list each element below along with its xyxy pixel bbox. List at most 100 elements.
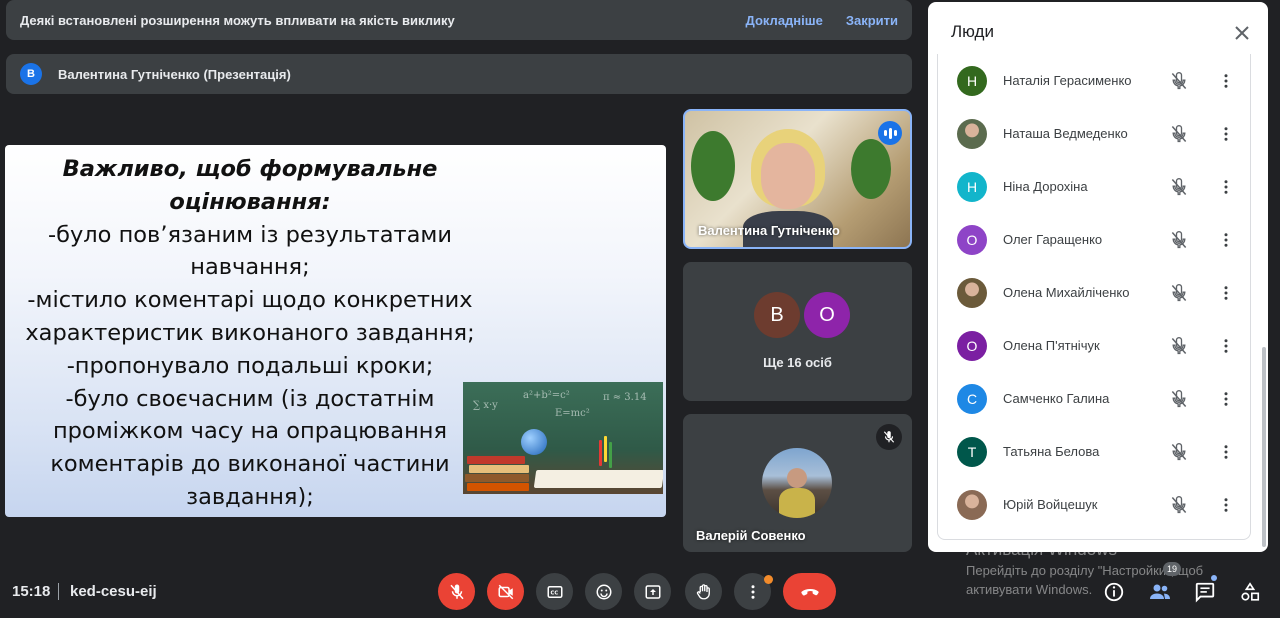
participant-row[interactable]: Т Татьяна Белова xyxy=(938,425,1250,478)
participant-row[interactable]: С Самченко Галина xyxy=(938,372,1250,425)
activities-button[interactable] xyxy=(1238,580,1262,604)
participants-count-badge: 19 xyxy=(1163,562,1181,576)
participant-row[interactable]: О Олена П'ятнічук xyxy=(938,319,1250,372)
mic-off-icon xyxy=(449,584,464,599)
people-panel: Люди Н Наталія Герасименко Наташа Ведмеден… xyxy=(928,2,1268,552)
participant-name: Олена П'ятнічук xyxy=(1003,338,1100,353)
participant-name: Валентина Гутніченко xyxy=(698,223,840,238)
people-icon xyxy=(1150,584,1170,599)
participant-avatar: С xyxy=(957,383,987,414)
participant-photo xyxy=(957,489,987,520)
chat-button[interactable] xyxy=(1193,580,1217,604)
close-banner-link[interactable]: Закрити xyxy=(846,13,898,28)
more-vert-icon[interactable] xyxy=(1216,177,1236,197)
slide-body-line: -було пов’язаним із результатами xyxy=(47,221,453,248)
mic-off-icon[interactable] xyxy=(1169,124,1189,144)
slide-body-line: проміжком часу на опрацювання xyxy=(52,418,448,445)
windows-activation-title: Активація Windows xyxy=(966,540,1117,559)
people-button[interactable] xyxy=(1148,580,1172,604)
more-vert-icon[interactable] xyxy=(1216,389,1236,409)
slide-body-line: -було своєчасним (із достатнім xyxy=(65,385,435,412)
more-participants-label: Ще 16 осіб xyxy=(763,355,832,370)
more-vert-icon[interactable] xyxy=(1216,124,1236,144)
mic-off-icon[interactable] xyxy=(1169,495,1189,515)
leave-call-button[interactable] xyxy=(783,573,836,610)
more-vert-icon[interactable] xyxy=(1216,230,1236,250)
more-vert-icon[interactable] xyxy=(1216,71,1236,91)
mic-toggle-button[interactable] xyxy=(438,573,475,610)
mic-off-icon[interactable] xyxy=(1169,389,1189,409)
slide-body-line: навчання; xyxy=(190,254,310,281)
hand-icon xyxy=(696,583,710,599)
presentation-title: Валентина Гутніченко (Презентація) xyxy=(58,66,291,82)
close-icon[interactable] xyxy=(1231,22,1253,44)
warning-message: Деякі встановлені розширення можуть впли… xyxy=(20,12,455,28)
more-vert-icon xyxy=(751,584,754,599)
participants-list: Н Наталія Герасименко Наташа Ведмеденко Н Ні… xyxy=(937,54,1251,540)
slide-body-line: завдання); xyxy=(186,483,314,510)
participant-row[interactable]: Юрій Войцешук xyxy=(938,478,1250,531)
mic-off-icon[interactable] xyxy=(1169,230,1189,250)
presentation-slide: Важливо, щоб формувальне оцінювання: -бу… xyxy=(5,145,666,517)
more-vert-icon[interactable] xyxy=(1216,495,1236,515)
slide-body-line: -містило коментарі щодо конкретних xyxy=(27,287,473,314)
participant-avatar: О xyxy=(957,224,987,255)
mic-off-icon[interactable] xyxy=(1169,177,1189,197)
participant-row[interactable]: Олена Михайліченко xyxy=(938,266,1250,319)
slide-heading-line: Важливо, щоб формувальне xyxy=(62,156,438,182)
participant-row[interactable]: О Олег Гаращенко xyxy=(938,213,1250,266)
participant-avatar: Н xyxy=(957,171,987,202)
participant-row[interactable]: Н Ніна Дорохіна xyxy=(938,160,1250,213)
more-participants-tile[interactable]: В О Ще 16 осіб xyxy=(683,262,912,401)
hang-up-icon xyxy=(800,588,819,596)
participant-name: Юрій Войцешук xyxy=(1003,497,1098,512)
slide-body-line: коментарів до виконаної частини xyxy=(50,451,450,478)
participant-tile-speaker[interactable]: Валентина Гутніченко xyxy=(683,109,912,249)
participant-row[interactable]: Наташа Ведмеденко xyxy=(938,107,1250,160)
notification-dot xyxy=(764,575,773,584)
scrollbar[interactable] xyxy=(1262,347,1266,547)
speaking-indicator-icon xyxy=(878,121,902,145)
info-icon xyxy=(1104,582,1124,602)
camera-toggle-button[interactable] xyxy=(487,573,524,610)
slide-heading-line: оцінювання: xyxy=(169,188,331,215)
mic-off-icon xyxy=(876,424,902,450)
details-link[interactable]: Докладніше xyxy=(746,13,823,28)
participant-name: Олег Гаращенко xyxy=(1003,232,1103,247)
mic-off-icon[interactable] xyxy=(1169,71,1189,91)
mic-off-icon[interactable] xyxy=(1169,283,1189,303)
captions-icon: CC xyxy=(547,585,562,598)
participant-photo xyxy=(957,277,987,308)
participant-name: Наталія Герасименко xyxy=(1003,73,1132,88)
mic-off-icon[interactable] xyxy=(1169,336,1189,356)
chat-notification-dot xyxy=(1211,575,1217,581)
chat-icon xyxy=(1195,582,1215,603)
participant-name: Ніна Дорохіна xyxy=(1003,179,1088,194)
more-vert-icon[interactable] xyxy=(1216,336,1236,356)
slide-body-line: характеристик виконаного завдання; xyxy=(25,319,475,346)
participant-name: Наташа Ведмеденко xyxy=(1003,126,1128,141)
more-vert-icon[interactable] xyxy=(1216,283,1236,303)
reactions-button[interactable] xyxy=(585,573,622,610)
meeting-details-button[interactable] xyxy=(1102,580,1126,604)
participant-name: Олена Михайліченко xyxy=(1003,285,1130,300)
camera-off-icon xyxy=(498,584,513,599)
participant-row[interactable]: Н Наталія Герасименко xyxy=(938,54,1250,107)
shapes-icon xyxy=(1241,582,1260,601)
meeting-time: 15:18 xyxy=(12,583,51,600)
participant-tile[interactable]: Валерій Совенко xyxy=(683,414,912,552)
panel-title: Люди xyxy=(951,22,994,41)
participant-name: Татьяна Белова xyxy=(1003,444,1100,459)
more-vert-icon[interactable] xyxy=(1216,442,1236,462)
slide-body-line: -пропонувало подальші кроки; xyxy=(66,352,434,379)
participant-photo xyxy=(957,118,987,149)
mic-off-icon[interactable] xyxy=(1169,442,1189,462)
emoji-icon xyxy=(596,584,611,599)
more-options-button[interactable] xyxy=(734,573,773,610)
present-button[interactable] xyxy=(634,573,671,610)
captions-button[interactable]: CC xyxy=(536,573,573,610)
participant-photo xyxy=(762,448,832,518)
raise-hand-button[interactable] xyxy=(685,573,722,610)
participant-name: Самченко Галина xyxy=(1003,391,1110,406)
presenter-avatar: В xyxy=(20,63,42,85)
